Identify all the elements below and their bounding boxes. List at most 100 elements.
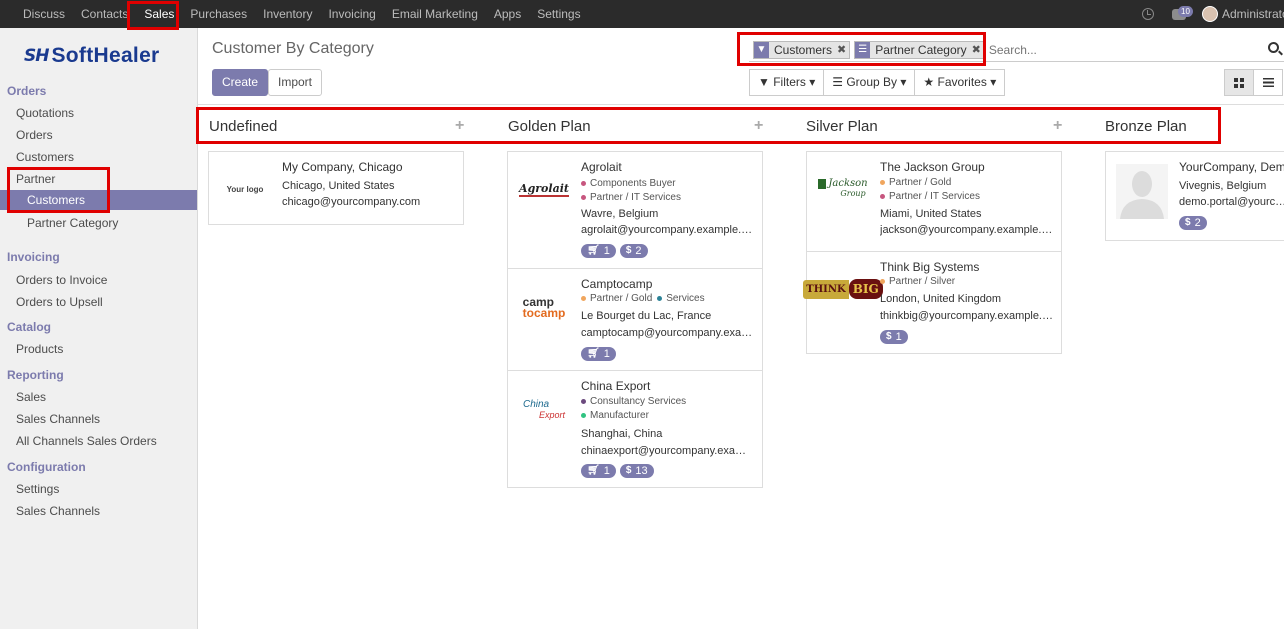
logo-text-top: Jackson (818, 179, 868, 189)
app-menu: Discuss Contacts Sales Purchases Invento… (0, 0, 589, 28)
highlight-column-headers (196, 107, 1221, 144)
logo-text-right: BIG (848, 279, 883, 299)
chat-bubble-icon[interactable]: 10 (1172, 5, 1193, 20)
menu-inventory[interactable]: Inventory (255, 0, 320, 28)
highlight-partner-menu (7, 167, 110, 213)
tag-dot-icon (581, 181, 586, 186)
menu-email-marketing[interactable]: Email Marketing (384, 0, 486, 28)
kanban-card[interactable]: Your logo My Company, Chicago Chicago, U… (208, 151, 464, 225)
invoices-badge[interactable]: $13 (619, 464, 654, 478)
badge-count: 1 (603, 348, 610, 360)
card-address: Wavre, Belgium (581, 208, 659, 220)
card-tag: Manufacturer (581, 410, 649, 421)
person-silhouette-icon (1116, 164, 1168, 219)
filters-label: Filters (773, 75, 806, 89)
logo-mark: SH (24, 46, 50, 66)
cart-icon: 🛒︎ (587, 348, 600, 359)
card-badges: $1 (880, 330, 912, 344)
activity-clock-icon[interactable] (1142, 8, 1154, 20)
group-by-button[interactable]: ☰ Group By ▾ (823, 69, 916, 96)
dollar-icon: $ (625, 245, 632, 256)
kanban-view-button[interactable] (1224, 69, 1254, 96)
search-input[interactable] (988, 42, 1259, 57)
top-navbar: Discuss Contacts Sales Purchases Invento… (0, 0, 1284, 28)
kanban-card[interactable]: THINK BIG Think Big Systems Partner / Si… (803, 251, 1062, 354)
card-name: Agrolait (581, 160, 622, 174)
tag-dot-icon (581, 195, 586, 200)
filters-button[interactable]: ▼ Filters ▾ (749, 69, 825, 96)
sidebar-section-invoicing: Invoicing (7, 250, 60, 264)
sidebar-item-orders-to-invoice[interactable]: Orders to Invoice (16, 273, 107, 287)
create-button[interactable]: Create (212, 69, 269, 96)
sale-orders-badge[interactable]: 🛒︎ 1 (581, 347, 616, 361)
sale-orders-badge[interactable]: 🛒︎ 1 (581, 244, 616, 258)
card-badges: 🛒︎ 1 $13 (581, 464, 658, 478)
tag-label: Services (666, 293, 705, 304)
control-panel-divider (198, 104, 1284, 105)
systray: 10 Administrator (1142, 0, 1284, 28)
sidebar-item-customers[interactable]: Customers (16, 150, 74, 164)
kanban-card[interactable]: YourCompany, Demo Portal User Vivegnis, … (1105, 151, 1284, 241)
menu-discuss[interactable]: Discuss (15, 0, 73, 28)
kanban-card[interactable]: Jackson Group The Jackson Group Partner … (806, 151, 1062, 252)
favorites-label: Favorites (937, 75, 987, 89)
logo-text-bottom: Group (840, 189, 866, 198)
user-avatar[interactable] (1202, 6, 1218, 22)
logo-text-bottom: tocamp (522, 306, 566, 320)
menu-purchases[interactable]: Purchases (182, 0, 255, 28)
sidebar-section-configuration: Configuration (7, 460, 86, 474)
user-menu[interactable]: Administrator (1222, 7, 1284, 21)
sidebar-item-sales[interactable]: Sales (16, 390, 46, 404)
import-button[interactable]: Import (268, 69, 323, 96)
menu-apps[interactable]: Apps (486, 0, 529, 28)
card-address: Shanghai, China (581, 428, 663, 440)
sidebar-item-config-sales-channels[interactable]: Sales Channels (16, 504, 100, 518)
kanban-card[interactable]: Agrolait Agrolait Components Buyer Partn… (507, 151, 763, 269)
sale-orders-badge[interactable]: 🛒︎ 1 (581, 464, 616, 478)
card-address: Chicago, United States (282, 180, 395, 192)
kanban-card[interactable]: China Export China Export Consultancy Se… (507, 370, 763, 488)
sidebar-item-products[interactable]: Products (16, 342, 63, 356)
tag-label: Manufacturer (590, 410, 649, 421)
sidebar-item-sales-channels[interactable]: Sales Channels (16, 412, 100, 426)
think-big-logo-icon: THINK BIG (803, 264, 883, 314)
tag-dot-icon (581, 399, 586, 404)
card-address: Le Bourget du Lac, France (581, 310, 712, 322)
sidebar-section-reporting: Reporting (7, 368, 64, 382)
favorites-button[interactable]: ★ Favorites ▾ (914, 69, 1006, 96)
your-logo-icon: Your logo (226, 184, 264, 194)
sidebar-item-partner-category[interactable]: Partner Category (27, 216, 118, 230)
sidebar-item-orders-to-upsell[interactable]: Orders to Upsell (16, 295, 103, 309)
sidebar-item-settings[interactable]: Settings (16, 482, 59, 496)
tag-label: Consultancy Services (590, 396, 687, 407)
company-logo: SH SoftHealer (24, 44, 160, 68)
logo-text-bottom: Export (538, 410, 565, 420)
tag-label: Partner / Gold (590, 293, 653, 304)
card-tag: Partner / Gold Services (581, 293, 705, 304)
highlight-sales-menu (127, 1, 179, 30)
search-icon[interactable] (1268, 42, 1279, 53)
sidebar-item-orders[interactable]: Orders (16, 128, 53, 142)
card-email: thinkbig@yourcompany.example.com (880, 310, 1054, 322)
sidebar-item-quotations[interactable]: Quotations (16, 106, 74, 120)
card-name: Think Big Systems (880, 260, 980, 274)
card-name: Camptocamp (581, 277, 653, 291)
sidebar-item-all-channels-sales-orders[interactable]: All Channels Sales Orders (16, 434, 157, 448)
card-badges: 🛒︎ 1 (581, 347, 620, 361)
menu-invoicing[interactable]: Invoicing (320, 0, 383, 28)
invoices-badge[interactable]: $1 (880, 330, 908, 344)
invoices-badge[interactable]: $2 (619, 244, 648, 258)
list-view-button[interactable] (1253, 69, 1283, 96)
kanban-card[interactable]: camp tocamp Camptocamp Partner / Gold Ser… (507, 268, 763, 371)
tag-label: Components Buyer (590, 178, 676, 189)
menu-settings[interactable]: Settings (529, 0, 588, 28)
invoices-badge[interactable]: $2 (1179, 216, 1207, 230)
card-email: camptocamp@yourcompany.example.com (581, 327, 755, 339)
badge-count: 1 (895, 331, 902, 343)
tag-dot-icon (657, 296, 663, 301)
tag-label: Partner / Silver (889, 276, 956, 287)
search-options: ▼ Filters ▾ ☰ Group By ▾ ★ Favorites ▾ (749, 69, 1006, 96)
china-export-logo-icon: China Export (514, 385, 574, 435)
badge-count: 1 (603, 465, 610, 477)
list-icon (1262, 78, 1274, 87)
